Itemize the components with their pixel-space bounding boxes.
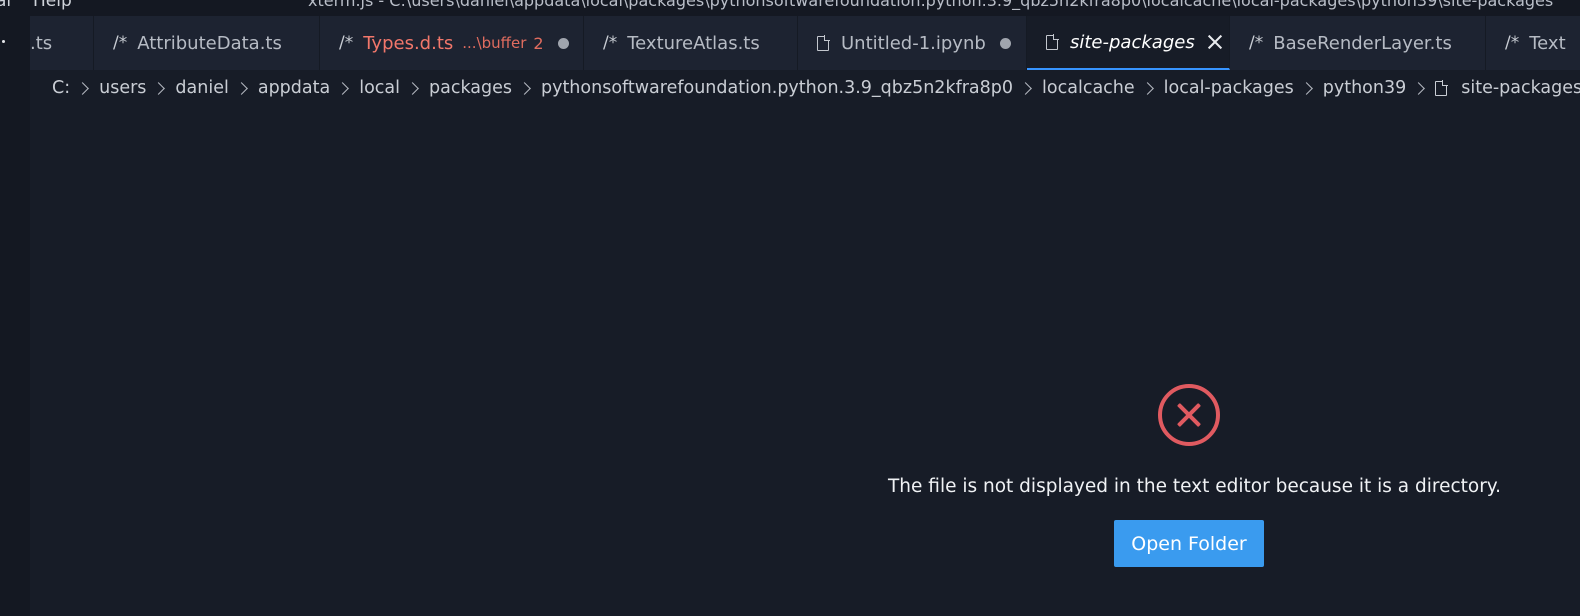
- breadcrumb-item-appdata[interactable]: appdata: [258, 78, 330, 98]
- tab-scroll-indicator: [0, 16, 30, 70]
- close-icon[interactable]: [1207, 34, 1223, 50]
- title-bar: al Help xterm.js - C:\users\daniel\appda…: [0, 0, 1580, 16]
- chevron-right-icon: [152, 81, 166, 95]
- comment-icon: /*: [1505, 33, 1520, 53]
- tab-label: site-packages: [1070, 31, 1195, 53]
- breadcrumb-item-daniel[interactable]: daniel: [175, 78, 228, 98]
- tab-label: Untitled-1.ipynb: [841, 32, 986, 54]
- comment-icon: /*: [339, 33, 354, 53]
- breadcrumb-item-packages[interactable]: packages: [429, 78, 512, 98]
- problem-count-badge: 2: [533, 33, 544, 53]
- breadcrumb-item-localcache[interactable]: localcache: [1042, 78, 1135, 98]
- chevron-right-icon: [76, 81, 89, 95]
- breadcrumb-item-local-packages[interactable]: local-packages: [1164, 78, 1294, 98]
- unsaved-dot-icon[interactable]: [557, 37, 569, 49]
- chevron-right-icon: [518, 81, 531, 95]
- chevron-right-icon: [1140, 81, 1154, 95]
- file-icon: [817, 34, 830, 51]
- tab-label: BaseRenderLayer.ts: [1273, 32, 1452, 54]
- file-icon: [1435, 79, 1449, 96]
- comment-icon: /*: [113, 33, 128, 53]
- overflow-dot-icon: [2, 40, 5, 43]
- tab-label: TextureAtlas.ts: [627, 32, 760, 54]
- tab-label: Types.d.ts: [363, 32, 454, 54]
- chevron-right-icon: [406, 81, 419, 95]
- chevron-right-icon: [336, 81, 350, 95]
- chevron-right-icon: [234, 81, 248, 95]
- tab-untitled-ipynb[interactable]: Untitled-1.ipynb: [798, 16, 1027, 70]
- tab-description: ...\buffer: [462, 34, 527, 52]
- breadcrumb-item-local[interactable]: local: [359, 78, 400, 98]
- breadcrumb: C: users daniel appdata local packages p…: [52, 76, 1580, 100]
- breadcrumb-item-site-packages[interactable]: site-packages: [1461, 78, 1580, 98]
- file-icon: [1046, 33, 1059, 50]
- breadcrumb-item-python-package[interactable]: pythonsoftwarefoundation.python.3.9_qbz5…: [541, 78, 1013, 98]
- comment-icon: /*: [603, 33, 618, 53]
- tab-site-packages[interactable]: site-packages: [1027, 16, 1230, 70]
- tab-attributedata[interactable]: /* AttributeData.ts: [94, 16, 320, 70]
- tab-text-partial[interactable]: /* Text: [1486, 16, 1580, 70]
- breadcrumb-item-users[interactable]: users: [99, 78, 146, 98]
- tab-label: Text: [1529, 32, 1566, 54]
- breadcrumb-item-python39[interactable]: python39: [1323, 78, 1406, 98]
- comment-icon: /*: [1249, 33, 1264, 53]
- activity-bar: [0, 70, 30, 616]
- tab-label: AttributeData.ts: [137, 32, 282, 54]
- tab-types-d-ts[interactable]: /* Types.d.ts ...\buffer 2: [320, 16, 584, 70]
- chevron-right-icon: [1299, 81, 1313, 95]
- directory-message: The file is not displayed in the text ed…: [888, 476, 1501, 497]
- tab-textureatlas[interactable]: /* TextureAtlas.ts: [584, 16, 798, 70]
- tab-ts-partial[interactable]: .ts: [30, 16, 94, 70]
- error-icon: [1158, 384, 1220, 446]
- unsaved-dot-icon[interactable]: [999, 37, 1011, 49]
- menu-item-partial[interactable]: al: [0, 0, 11, 11]
- window-title: xterm.js - C:\users\daniel\appdata\local…: [308, 0, 1554, 10]
- tab-baserenderlayer[interactable]: /* BaseRenderLayer.ts: [1230, 16, 1486, 70]
- open-folder-button[interactable]: Open Folder: [1114, 520, 1264, 567]
- menu-item-help[interactable]: Help: [33, 0, 72, 11]
- chevron-right-icon: [1412, 81, 1426, 95]
- editor-tab-bar: .ts /* AttributeData.ts /* Types.d.ts ..…: [0, 16, 1580, 70]
- tab-label: .ts: [30, 32, 53, 54]
- breadcrumb-item-drive[interactable]: C:: [52, 78, 70, 98]
- chevron-right-icon: [1019, 81, 1032, 95]
